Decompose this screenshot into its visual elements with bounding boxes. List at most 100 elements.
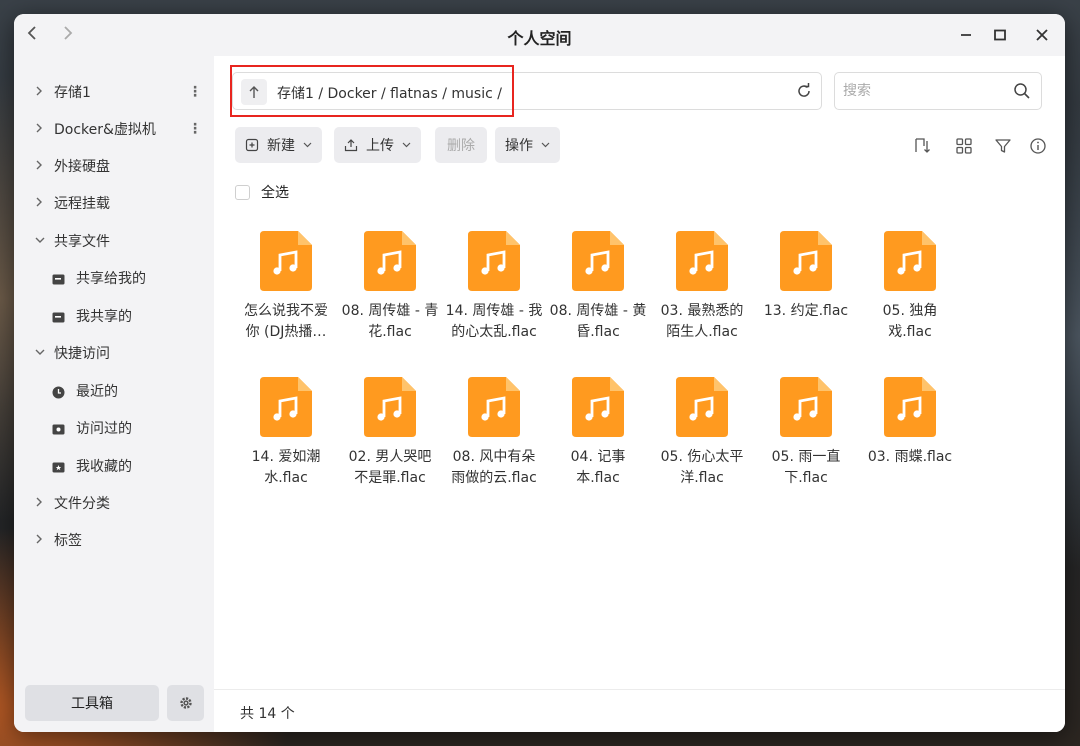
clock-icon <box>52 386 65 398</box>
sidebar-item-remote-mount[interactable]: 远程挂载 <box>14 188 214 218</box>
window-title: 个人空间 <box>507 29 572 48</box>
music-file-icon <box>676 377 728 437</box>
sidebar-item-label: 最近的 <box>76 384 118 400</box>
file-name: 02. 男人哭吧 不是罪.flac <box>348 449 432 486</box>
search-box[interactable] <box>834 72 1042 110</box>
music-file-icon <box>884 231 936 291</box>
chevron-down-icon <box>34 346 46 360</box>
sidebar-item-label: 共享文件 <box>54 234 110 250</box>
delete-button[interactable]: 删除 <box>435 127 487 163</box>
favorite-icon <box>52 461 65 472</box>
chevron-down-icon <box>402 140 411 151</box>
grid-view-icon[interactable] <box>954 136 974 156</box>
upload-button[interactable]: 上传 <box>334 127 421 163</box>
sidebar-item-my-shares[interactable]: 我共享的 <box>14 301 214 331</box>
sidebar-item-visited[interactable]: 访问过的 <box>14 413 214 443</box>
music-file-icon <box>364 231 416 291</box>
sidebar-item-quick-access[interactable]: 快捷访问 <box>14 338 214 368</box>
music-file-icon <box>364 377 416 437</box>
file-name: 13. 约定.flac <box>763 303 849 319</box>
music-file-icon <box>260 231 312 291</box>
sidebar: 存储1 ⋮ Docker&虚拟机 ⋮ 外接硬盘 远程挂载 共享文件 共享给我的 … <box>14 56 214 732</box>
toolbox-button[interactable]: 工具箱 <box>25 685 159 721</box>
maximize-button[interactable] <box>989 24 1011 46</box>
sidebar-item-docker[interactable]: Docker&虚拟机 ⋮ <box>14 114 214 144</box>
upload-button-label: 上传 <box>366 138 394 154</box>
file-name: 14. 爱如潮 水.flac <box>251 449 321 486</box>
settings-button[interactable] <box>167 685 204 721</box>
delete-button-label: 删除 <box>447 138 475 154</box>
sidebar-item-favorites[interactable]: 我收藏的 <box>14 451 214 481</box>
select-all[interactable]: 全选 <box>235 182 289 202</box>
file-name: 怎么说我不爱你 (DJ热播… <box>244 303 328 340</box>
select-all-label: 全选 <box>261 185 289 201</box>
filter-icon[interactable] <box>993 136 1013 156</box>
file-name: 08. 风中有朵 雨做的云.flac <box>451 449 537 486</box>
sidebar-item-label: 标签 <box>54 533 82 549</box>
music-file-icon <box>260 377 312 437</box>
sidebar-item-label: 外接硬盘 <box>54 159 110 175</box>
sidebar-item-label: 我共享的 <box>76 309 132 325</box>
sidebar-item-label: 访问过的 <box>76 421 132 437</box>
sidebar-item-recent[interactable]: 最近的 <box>14 376 214 406</box>
music-file-icon <box>676 231 728 291</box>
chevron-down-icon <box>541 140 550 151</box>
minimize-button[interactable] <box>955 24 977 46</box>
maximize-icon <box>994 29 1006 41</box>
more-vertical-icon[interactable]: ⋮ <box>188 84 202 100</box>
file-manager-window: 个人空间 存储1 ⋮ Docker&虚拟机 ⋮ 外接硬盘 远程挂载 共享文件 共… <box>14 14 1065 732</box>
file-name: 08. 周传雄 - 青花.flac <box>341 303 439 340</box>
arrow-up-icon <box>249 86 259 98</box>
sort-icon[interactable] <box>913 136 933 156</box>
sidebar-item-external-disk[interactable]: 外接硬盘 <box>14 151 214 181</box>
new-button[interactable]: 新建 <box>235 127 322 163</box>
chevron-right-icon <box>34 122 46 137</box>
item-count: 共 14 个 <box>240 706 295 722</box>
sidebar-item-storage1[interactable]: 存储1 ⋮ <box>14 77 214 107</box>
sidebar-item-shared-with-me[interactable]: 共享给我的 <box>14 263 214 293</box>
music-file-icon <box>468 231 520 291</box>
sidebar-item-label: Docker&虚拟机 <box>54 122 156 138</box>
sidebar-item-label: 我收藏的 <box>76 459 132 475</box>
file-name: 05. 雨一直 下.flac <box>771 449 841 486</box>
breadcrumb[interactable]: 存储1 / Docker / flatnas / music / <box>277 83 502 103</box>
file-name: 05. 伤心太平 洋.flac <box>660 449 744 486</box>
music-file-icon <box>780 231 832 291</box>
actions-button[interactable]: 操作 <box>495 127 560 163</box>
path-bar[interactable]: 存储1 / Docker / flatnas / music / <box>232 72 822 110</box>
music-file-icon <box>572 377 624 437</box>
chevron-right-icon <box>34 159 46 174</box>
refresh-button[interactable] <box>795 82 813 100</box>
refresh-icon <box>798 83 810 97</box>
new-button-label: 新建 <box>267 138 295 154</box>
info-icon[interactable] <box>1028 136 1048 156</box>
file-name: 04. 记事 本.flac <box>570 449 626 486</box>
search-icon[interactable] <box>1013 82 1031 100</box>
sidebar-item-label: 存储1 <box>54 85 91 101</box>
music-file-icon <box>780 377 832 437</box>
sidebar-item-label: 文件分类 <box>54 496 110 512</box>
sidebar-item-file-categories[interactable]: 文件分类 <box>14 488 214 518</box>
path-up-button[interactable] <box>241 79 267 105</box>
sidebar-item-label: 共享给我的 <box>76 271 146 287</box>
file-name: 14. 周传雄 - 我的心太乱.flac <box>445 303 543 340</box>
actions-button-label: 操作 <box>505 138 533 154</box>
chevron-down-icon <box>303 140 312 151</box>
upload-icon <box>344 138 358 152</box>
sidebar-item-label: 远程挂载 <box>54 196 110 212</box>
file-name: 05. 独角 戏.flac <box>882 303 938 340</box>
sidebar-item-shared-files[interactable]: 共享文件 <box>14 226 214 256</box>
search-input[interactable] <box>843 81 1003 101</box>
music-file-icon <box>468 377 520 437</box>
footer-divider <box>214 689 1065 690</box>
close-button[interactable] <box>1031 24 1053 46</box>
sidebar-item-tags[interactable]: 标签 <box>14 525 214 555</box>
new-file-icon <box>245 138 259 152</box>
chevron-down-icon <box>34 234 46 248</box>
share-in-icon <box>52 273 65 284</box>
more-vertical-icon[interactable]: ⋮ <box>188 121 202 137</box>
title-bar: 个人空间 <box>14 14 1065 56</box>
select-all-checkbox[interactable] <box>235 184 250 200</box>
file-name: 03. 雨蝶.flac <box>867 449 953 465</box>
music-file-icon <box>572 231 624 291</box>
